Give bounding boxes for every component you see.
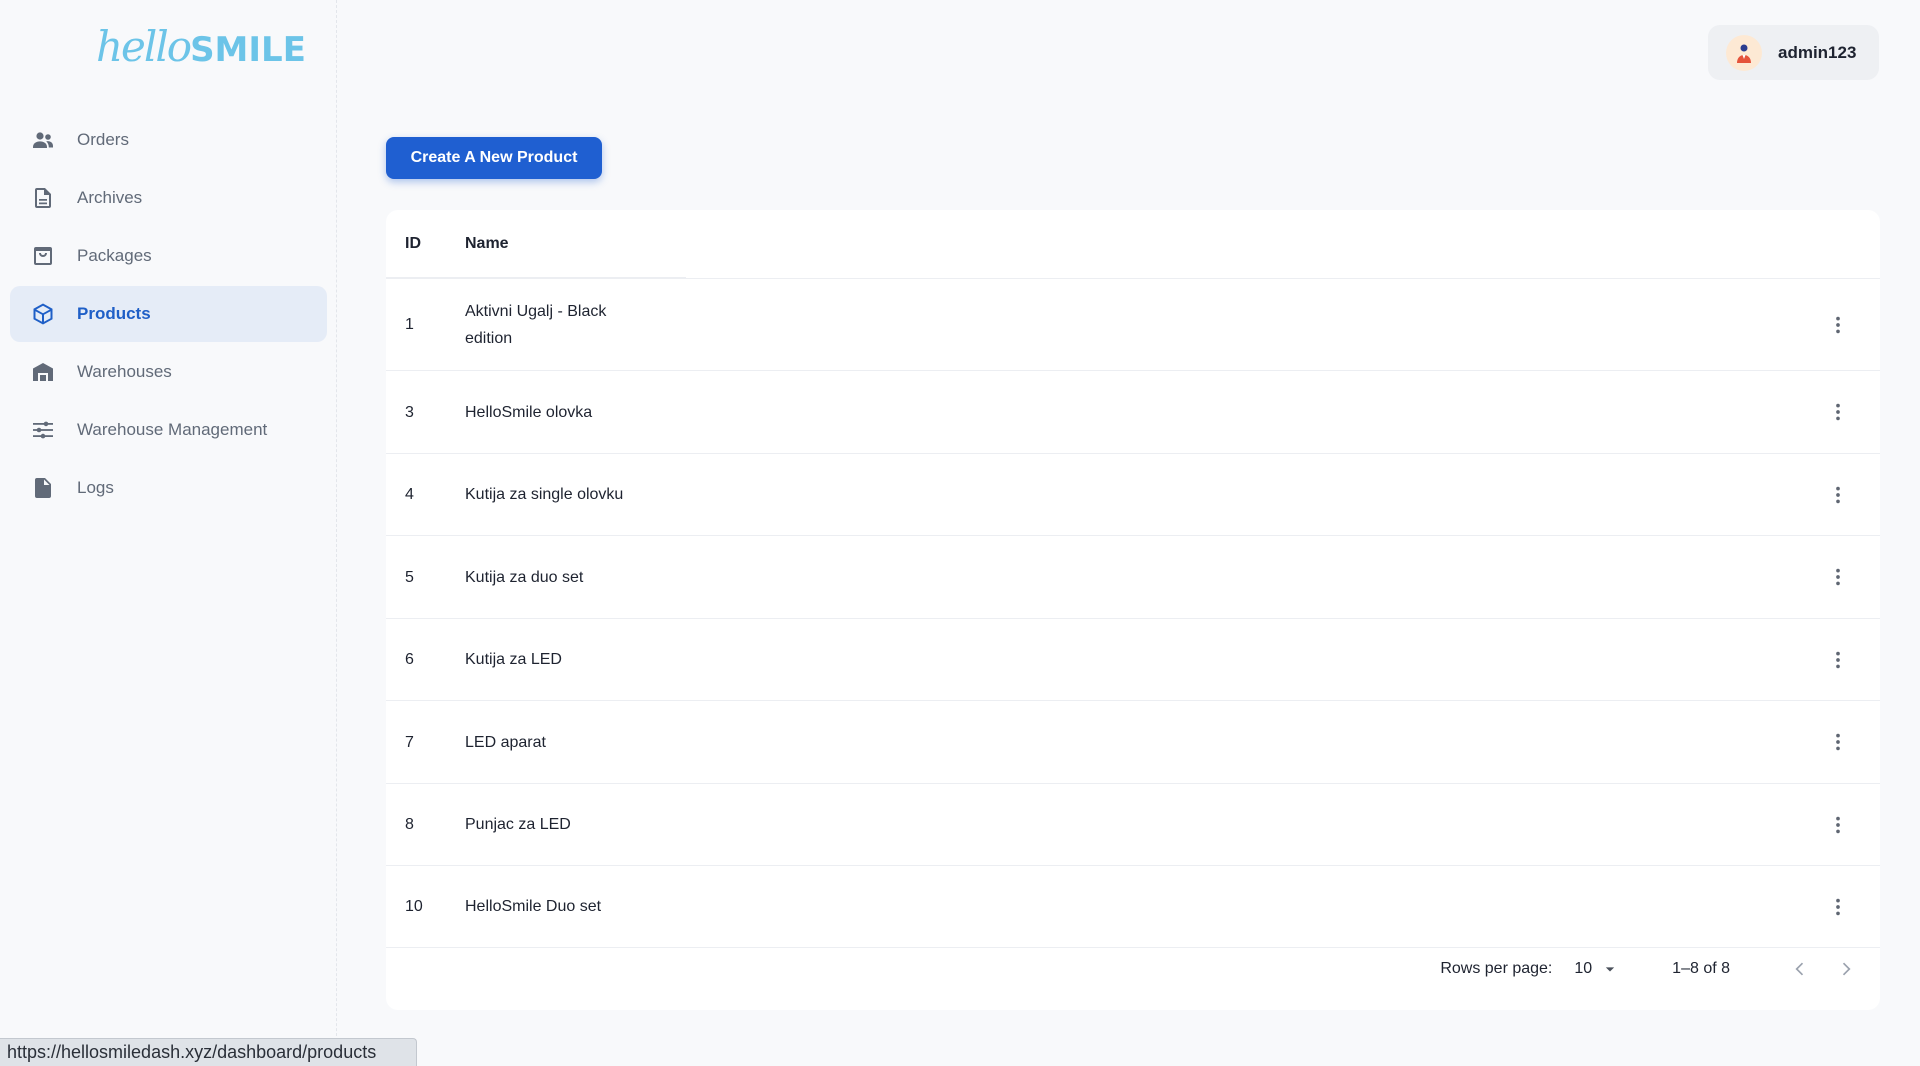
cell-id: 6 — [405, 651, 414, 668]
table-row[interactable]: 10 HelloSmile Duo set — [386, 865, 1880, 948]
cell-id: 10 — [405, 898, 423, 915]
table-pagination: Rows per page: 10 1–8 of 8 — [386, 938, 1880, 1000]
sidebar-item-warehouses[interactable]: Warehouses — [10, 344, 327, 400]
sidebar-item-logs[interactable]: Logs — [10, 460, 327, 516]
sidebar-item-label: Orders — [77, 130, 129, 149]
chevron-right-icon — [1842, 962, 1851, 976]
file-text-icon — [30, 475, 56, 501]
document-icon — [30, 185, 56, 211]
app-root: hello SMILE Orders Archives Packages Pro… — [0, 0, 1920, 1066]
more-vert-icon[interactable] — [1826, 565, 1850, 589]
brand-logo[interactable]: hello SMILE — [96, 22, 306, 78]
username: admin123 — [1778, 42, 1857, 62]
rows-per-page-value: 10 — [1574, 960, 1593, 977]
user-menu-button[interactable]: admin123 — [1708, 25, 1879, 80]
bag-icon — [30, 243, 56, 269]
caret-down-icon — [1606, 967, 1615, 972]
sidebar-item-label: Products — [77, 304, 151, 323]
column-header-name[interactable]: Name — [465, 235, 509, 253]
cell-id: 3 — [405, 403, 414, 421]
sidebar-item-archives[interactable]: Archives — [10, 170, 327, 226]
sidebar-item-label: Packages — [77, 246, 152, 265]
products-table: ID Name 1 Aktivni Ugalj - Black edition … — [386, 210, 1880, 1010]
cell-id: 1 — [405, 316, 414, 333]
more-vert-icon[interactable] — [1826, 483, 1850, 507]
cell-name: Aktivni Ugalj - Black edition — [465, 302, 607, 347]
table-row[interactable]: 7 LED aparat — [386, 700, 1880, 783]
sidebar-item-label: Warehouse Management — [77, 420, 268, 439]
column-header-id[interactable]: ID — [405, 235, 421, 253]
user-avatar-icon — [1737, 44, 1751, 63]
brand-logo-script: hello — [96, 22, 192, 71]
sidebar-item-warehouse-management[interactable]: Warehouse Management — [10, 402, 327, 458]
cube-icon — [30, 301, 56, 327]
previous-page-button[interactable] — [1784, 953, 1816, 985]
more-vert-icon[interactable] — [1826, 730, 1850, 754]
sidebar-item-label: Warehouses — [77, 362, 172, 381]
cell-id: 5 — [405, 568, 414, 586]
create-product-button[interactable]: Create A New Product — [386, 137, 602, 179]
table-row[interactable]: 5 Kutija za duo set — [386, 535, 1880, 618]
sidebar-item-orders[interactable]: Orders — [10, 112, 327, 168]
table-row[interactable]: 4 Kutija za single olovku — [386, 453, 1880, 535]
next-page-button[interactable] — [1830, 953, 1862, 985]
chevron-left-icon — [1795, 962, 1804, 976]
sidebar: hello SMILE Orders Archives Packages Pro… — [0, 0, 337, 1066]
more-vert-icon[interactable] — [1826, 400, 1850, 424]
table-header: ID Name — [386, 210, 1880, 278]
sidebar-nav: Orders Archives Packages Products Wareho… — [10, 112, 327, 518]
more-vert-icon[interactable] — [1826, 813, 1850, 837]
cell-name: Punjac za LED — [465, 816, 571, 833]
brand-logo-caps: SMILE — [190, 30, 306, 70]
pagination-range: 1–8 of 8 — [1672, 960, 1730, 977]
more-vert-icon[interactable] — [1826, 313, 1850, 337]
rows-per-page-select[interactable]: 10 — [1574, 959, 1620, 979]
more-vert-icon[interactable] — [1826, 648, 1850, 672]
cell-name: LED aparat — [465, 733, 546, 751]
cell-name: Kutija za duo set — [465, 568, 584, 586]
avatar — [1726, 34, 1762, 71]
cell-id: 7 — [405, 733, 414, 751]
table-row[interactable]: 6 Kutija za LED — [386, 618, 1880, 700]
rows-per-page-label: Rows per page: — [1440, 960, 1553, 977]
sliders-icon — [30, 417, 56, 443]
sidebar-item-products[interactable]: Products — [10, 286, 327, 342]
table-row[interactable]: 1 Aktivni Ugalj - Black edition — [386, 278, 1880, 370]
cell-name: HelloSmile olovka — [465, 403, 593, 421]
table-row[interactable]: 8 Punjac za LED — [386, 783, 1880, 865]
cell-name: Kutija za LED — [465, 651, 562, 668]
users-icon — [30, 127, 56, 153]
cell-id: 8 — [405, 816, 414, 833]
warehouse-icon — [30, 359, 56, 385]
cell-name: HelloSmile Duo set — [465, 898, 602, 915]
cell-id: 4 — [405, 486, 414, 503]
sidebar-item-label: Logs — [77, 478, 114, 497]
more-vert-icon[interactable] — [1826, 895, 1850, 919]
cell-name: Kutija za single olovku — [465, 486, 624, 503]
status-bar-url: https://hellosmiledash.xyz/dashboard/pro… — [0, 1038, 417, 1066]
sidebar-item-label: Archives — [77, 188, 143, 207]
table-row[interactable]: 3 HelloSmile olovka — [386, 370, 1880, 453]
sidebar-item-packages[interactable]: Packages — [10, 228, 327, 284]
